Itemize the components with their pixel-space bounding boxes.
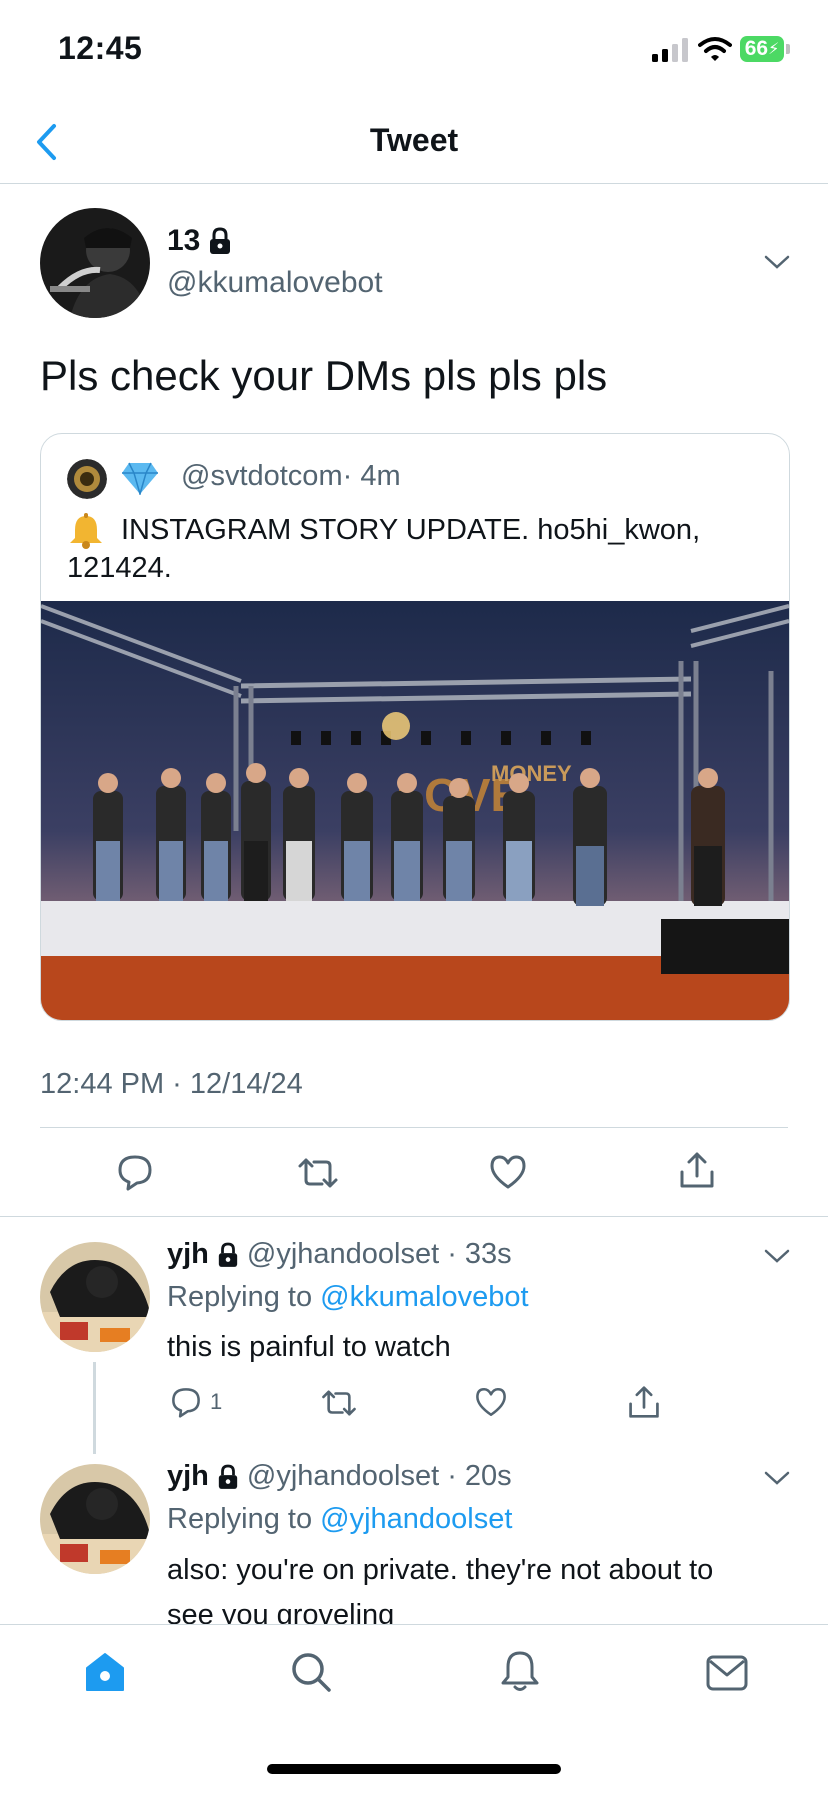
svg-text:MONEY: MONEY: [491, 761, 572, 786]
replying-to: Replying to @yjhandoolset: [167, 1503, 512, 1536]
reply-age: · 20s: [447, 1460, 512, 1492]
chevron-down-icon[interactable]: [764, 1248, 790, 1264]
home-indicator: [267, 1764, 561, 1774]
notifications-icon[interactable]: [500, 1649, 540, 1693]
retweet-icon[interactable]: [296, 1156, 340, 1190]
reply-icon[interactable]: [116, 1153, 154, 1191]
messages-icon[interactable]: [706, 1655, 748, 1691]
quoted-author-meta: @svtdotcom· 4m: [181, 460, 401, 493]
quoted-tweet-card[interactable]: @svtdotcom· 4m INSTAGRAM STORY UPDATE. h…: [40, 433, 790, 1021]
author-name[interactable]: 13: [167, 224, 232, 258]
retweet-icon[interactable]: [320, 1388, 358, 1418]
bell-emoji-icon: [67, 512, 105, 550]
search-icon[interactable]: [290, 1651, 332, 1693]
reply-avatar[interactable]: [40, 1464, 150, 1574]
quoted-age: · 4m: [342, 460, 401, 492]
chevron-down-icon[interactable]: [764, 1470, 790, 1486]
author-handle[interactable]: @kkumalovebot: [167, 266, 383, 300]
gem-emoji-icon: [121, 461, 159, 495]
like-icon[interactable]: [474, 1386, 508, 1418]
header-divider: [0, 183, 828, 184]
wifi-icon: [698, 36, 732, 62]
divider: [0, 1216, 828, 1217]
replying-to-link[interactable]: @yjhandoolset: [320, 1503, 512, 1535]
reply-age: · 33s: [447, 1238, 512, 1270]
reply-handle[interactable]: @yjhandoolset: [247, 1460, 439, 1493]
share-icon[interactable]: [678, 1150, 716, 1190]
quoted-author-avatar: [67, 459, 107, 499]
home-icon[interactable]: [84, 1651, 126, 1693]
replying-to-label: Replying to: [167, 1281, 321, 1313]
divider: [40, 1127, 788, 1128]
thread-line: [93, 1362, 96, 1454]
reply-header: yjh @yjhandoolset · 33s: [167, 1238, 512, 1271]
reply-handle[interactable]: @yjhandoolset: [247, 1238, 439, 1271]
reply-text: this is painful to watch: [167, 1331, 451, 1363]
reply-display-name[interactable]: yjh: [167, 1238, 209, 1271]
status-time: 12:45: [58, 30, 143, 66]
quoted-handle[interactable]: @svtdotcom: [181, 460, 343, 492]
author-avatar[interactable]: [40, 208, 150, 318]
quoted-text-line2: 121424.: [67, 552, 172, 584]
battery-indicator: 66 ⚡: [740, 36, 784, 62]
quoted-media-image[interactable]: LOVE MONEY: [41, 601, 789, 1020]
author-display-name: 13: [167, 224, 201, 257]
share-icon[interactable]: [627, 1384, 661, 1420]
reply-text-line1: also: you're on private. they're not abo…: [167, 1554, 714, 1586]
quoted-text-line1: INSTAGRAM STORY UPDATE. ho5hi_kwon,: [121, 514, 701, 546]
lock-icon: [208, 227, 232, 255]
battery-nub: [786, 44, 790, 54]
reply-display-name[interactable]: yjh: [167, 1460, 209, 1493]
signal-icon: [652, 38, 690, 62]
reply-header: yjh @yjhandoolset · 20s: [167, 1460, 512, 1493]
like-icon[interactable]: [488, 1154, 528, 1190]
reply-count: 1: [210, 1389, 223, 1414]
page-title: Tweet: [369, 122, 459, 158]
reply-avatar[interactable]: [40, 1242, 150, 1352]
tweet-timestamp: 12:44 PM · 12/14/24: [40, 1068, 303, 1100]
lock-icon: [217, 1242, 239, 1268]
chevron-down-icon[interactable]: [764, 254, 790, 270]
lock-icon: [217, 1464, 239, 1490]
reply-icon[interactable]: 1: [170, 1386, 222, 1418]
replying-to-label: Replying to: [167, 1503, 321, 1535]
replying-to-link[interactable]: @kkumalovebot: [320, 1281, 528, 1313]
tweet-text: Pls check your DMs pls pls pls: [40, 352, 608, 399]
replying-to: Replying to @kkumalovebot: [167, 1281, 529, 1314]
